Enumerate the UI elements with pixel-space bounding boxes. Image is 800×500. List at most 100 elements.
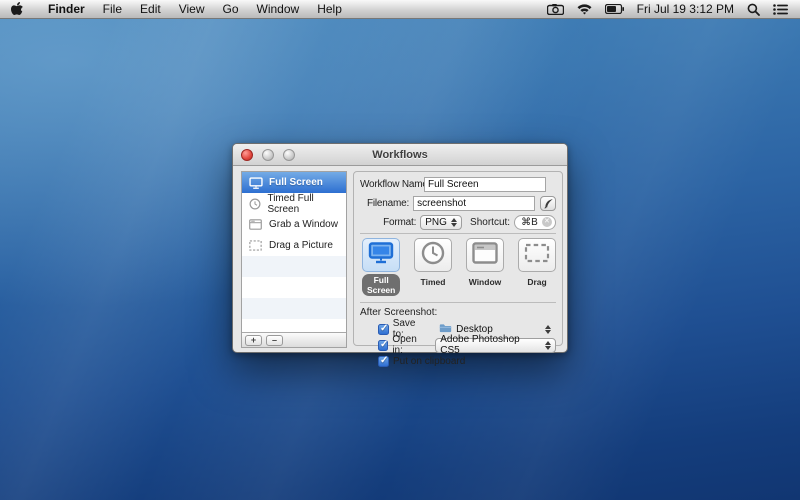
- pen-icon: [543, 198, 554, 209]
- mode-label: Full Screen: [362, 274, 400, 296]
- list-item-timed-full-screen[interactable]: Timed Full Screen: [242, 193, 346, 214]
- monitor-icon: [368, 242, 394, 269]
- menu-bar: Finder File Edit View Go Window Help Fri…: [0, 0, 800, 19]
- menu-label: View: [179, 2, 205, 16]
- format-label: Format:: [360, 217, 420, 228]
- menu-label: Go: [223, 2, 239, 16]
- open-in-value: Adobe Photoshop CS5: [440, 334, 541, 356]
- add-workflow-button[interactable]: +: [245, 335, 262, 346]
- list-item-label: Grab a Window: [269, 219, 338, 230]
- menu-label: Edit: [140, 2, 161, 16]
- filename-row: Filename:: [360, 195, 556, 211]
- menu-label: File: [103, 2, 122, 16]
- mode-button-box[interactable]: [518, 238, 556, 272]
- list-empty-rows: [242, 256, 346, 332]
- workflow-list: Full Screen Timed Full Screen Grab a Win…: [241, 171, 347, 348]
- shortcut-field[interactable]: ⌘B ✕: [514, 215, 556, 230]
- traffic-lights: [241, 149, 295, 161]
- open-in-popup[interactable]: Adobe Photoshop CS5: [435, 338, 556, 353]
- mode-button-box[interactable]: [414, 238, 452, 272]
- menu-item-go[interactable]: Go: [214, 0, 248, 19]
- workflow-name-input[interactable]: [424, 177, 546, 192]
- popup-arrows-icon: [545, 325, 551, 334]
- wifi-icon[interactable]: [577, 4, 592, 15]
- workflow-name-label: Workflow Name:: [360, 179, 424, 190]
- save-to-checkbox[interactable]: [378, 324, 389, 335]
- mode-label: Drag: [527, 277, 546, 287]
- popup-arrows-icon: [451, 218, 457, 227]
- list-item-full-screen[interactable]: Full Screen: [242, 172, 346, 193]
- menu-label: Finder: [48, 2, 85, 16]
- format-value: PNG: [425, 217, 447, 228]
- clipboard-checkbox[interactable]: [378, 356, 389, 367]
- menu-bar-clock[interactable]: Fri Jul 19 3:12 PM: [637, 2, 734, 16]
- menu-item-file[interactable]: File: [94, 0, 131, 19]
- workflow-name-row: Workflow Name:: [360, 176, 556, 192]
- window-icon: [472, 242, 498, 269]
- camera-icon[interactable]: [547, 4, 564, 15]
- desktop: Finder File Edit View Go Window Help Fri…: [0, 0, 800, 500]
- mode-label: Timed: [421, 277, 446, 287]
- list-toolbar: + –: [242, 332, 346, 347]
- window-content: Full Screen Timed Full Screen Grab a Win…: [233, 166, 567, 352]
- mode-full-screen[interactable]: Full Screen: [362, 238, 400, 298]
- menu-item-help[interactable]: Help: [308, 0, 351, 19]
- window-title: Workflows: [372, 149, 427, 161]
- menu-label: Window: [257, 2, 300, 16]
- popup-arrows-icon: [545, 341, 551, 350]
- menu-item-edit[interactable]: Edit: [131, 0, 170, 19]
- clipboard-label: Put on clipboard: [393, 356, 465, 367]
- minimize-button[interactable]: [262, 149, 274, 161]
- monitor-icon: [248, 177, 263, 189]
- window-titlebar[interactable]: Workflows: [233, 144, 567, 166]
- apple-menu[interactable]: [10, 0, 39, 19]
- menu-item-view[interactable]: View: [170, 0, 214, 19]
- workflows-window: Workflows Full Screen Time: [232, 143, 568, 353]
- list-item-label: Full Screen: [269, 177, 323, 188]
- shortcut-label: Shortcut:: [470, 217, 510, 228]
- filename-token-button[interactable]: [540, 196, 556, 211]
- open-in-label: Open in:: [392, 334, 427, 356]
- mode-timed[interactable]: Timed: [414, 238, 452, 298]
- battery-icon[interactable]: [605, 4, 624, 14]
- open-in-row: Open in: Adobe Photoshop CS5: [378, 337, 556, 353]
- open-in-checkbox[interactable]: [378, 340, 388, 351]
- spotlight-icon[interactable]: [747, 3, 760, 16]
- list-item-drag-a-picture[interactable]: Drag a Picture: [242, 235, 346, 256]
- remove-workflow-button[interactable]: –: [266, 335, 283, 346]
- filename-label: Filename:: [360, 198, 413, 209]
- save-to-value: Desktop: [456, 324, 493, 335]
- clock-icon: [248, 198, 261, 210]
- shortcut-value: ⌘B: [521, 217, 538, 228]
- format-popup[interactable]: PNG: [420, 215, 462, 230]
- drag-selection-icon: [248, 240, 263, 251]
- workflow-settings-panel: Workflow Name: Filename: Format: PNG: [353, 171, 563, 346]
- filename-input[interactable]: [413, 196, 535, 211]
- menu-bar-status: Fri Jul 19 3:12 PM: [547, 2, 800, 16]
- list-item-label: Drag a Picture: [269, 240, 333, 251]
- separator: [360, 302, 556, 303]
- menu-item-window[interactable]: Window: [248, 0, 309, 19]
- menu-label: Help: [317, 2, 342, 16]
- list-item-grab-a-window[interactable]: Grab a Window: [242, 214, 346, 235]
- menu-item-finder[interactable]: Finder: [39, 0, 94, 19]
- window-icon: [248, 219, 263, 230]
- menu-bar-left: Finder File Edit View Go Window Help: [0, 0, 351, 19]
- close-button[interactable]: [241, 149, 253, 161]
- mode-drag[interactable]: Drag: [518, 238, 556, 298]
- zoom-button[interactable]: [283, 149, 295, 161]
- format-shortcut-row: Format: PNG Shortcut: ⌘B ✕: [360, 214, 556, 230]
- clock-icon: [421, 241, 445, 270]
- list-item-label: Timed Full Screen: [267, 193, 340, 215]
- drag-selection-icon: [524, 243, 550, 268]
- separator: [360, 233, 556, 234]
- mode-button-box[interactable]: [466, 238, 504, 272]
- mode-button-box[interactable]: [362, 238, 400, 272]
- after-screenshot-title: After Screenshot:: [360, 307, 556, 318]
- capture-mode-buttons: Full Screen Timed: [360, 238, 556, 298]
- apple-icon: [10, 2, 31, 17]
- notification-center-icon[interactable]: [773, 4, 788, 15]
- clear-shortcut-icon[interactable]: ✕: [542, 217, 552, 227]
- mode-window[interactable]: Window: [466, 238, 504, 298]
- workflow-list-rows: Full Screen Timed Full Screen Grab a Win…: [242, 172, 346, 332]
